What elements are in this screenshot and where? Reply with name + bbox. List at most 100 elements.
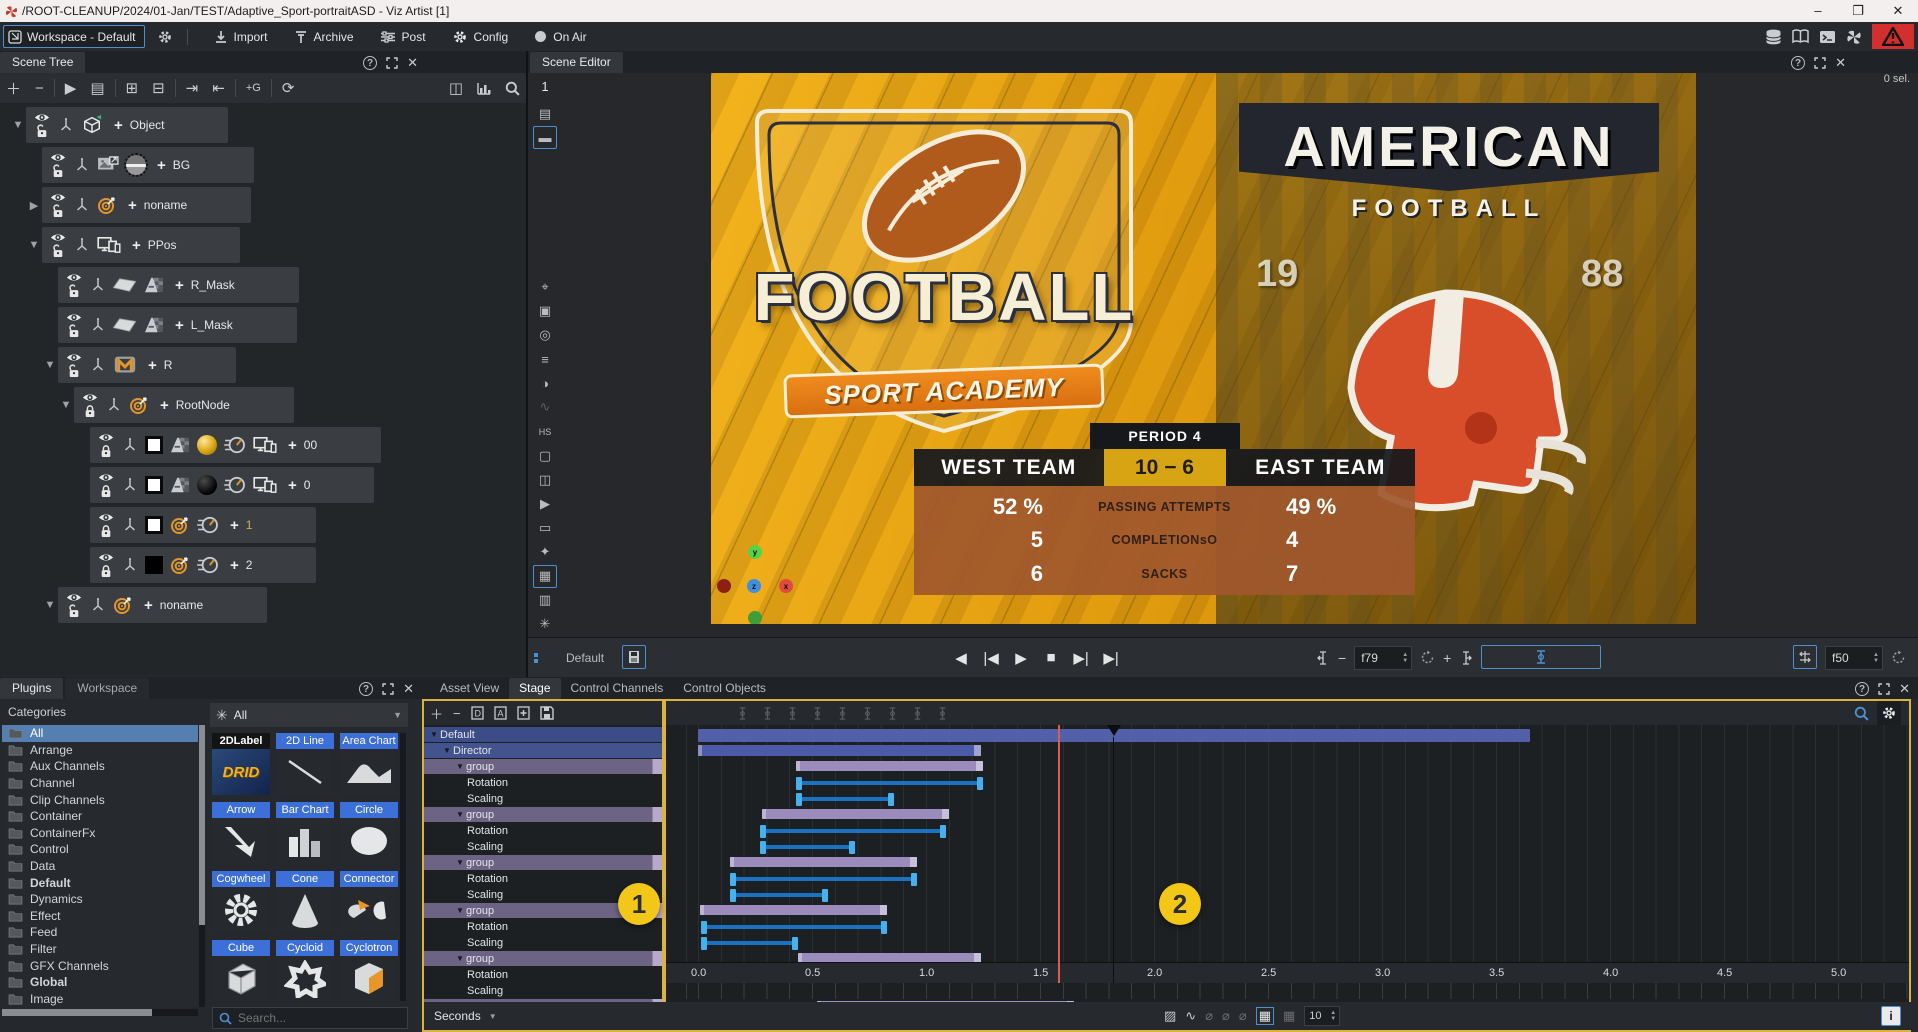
loop-ccw-icon[interactable] bbox=[861, 707, 874, 720]
refresh-icon[interactable]: ⟳ bbox=[282, 79, 295, 97]
eye-icon[interactable] bbox=[98, 552, 114, 563]
remove-icon[interactable]: − bbox=[453, 706, 461, 721]
timeline-bar-scaling[interactable] bbox=[762, 845, 853, 849]
lock-icon[interactable] bbox=[68, 604, 80, 618]
chevron-down-icon[interactable]: ▼ bbox=[454, 858, 466, 867]
category-global[interactable]: Global bbox=[2, 974, 198, 991]
category-data[interactable]: Data bbox=[2, 858, 198, 875]
help-icon[interactable]: ? bbox=[363, 56, 377, 70]
add-child-icon[interactable]: + bbox=[160, 397, 169, 414]
add-child-icon[interactable]: + bbox=[230, 557, 239, 574]
warning-button[interactable] bbox=[1872, 24, 1914, 49]
key-down-icon[interactable] bbox=[786, 707, 799, 720]
tree-expand-icon[interactable]: ⊞ bbox=[126, 79, 139, 97]
locator-icon[interactable]: ◎ bbox=[533, 324, 557, 347]
close-icon[interactable]: ✕ bbox=[1899, 681, 1910, 697]
lock-icon[interactable] bbox=[68, 284, 80, 298]
add-icon[interactable]: ＋ bbox=[6, 78, 21, 99]
time-unit-dropdown[interactable]: Seconds ▼ bbox=[424, 1009, 507, 1023]
menu-item-on-air[interactable]: On Air bbox=[534, 29, 586, 45]
expand-icon[interactable] bbox=[1878, 683, 1890, 695]
plugin-search[interactable] bbox=[212, 1007, 408, 1029]
tree-collapse-icon[interactable]: ⊟ bbox=[152, 79, 165, 97]
category-image[interactable]: Image bbox=[2, 991, 198, 1008]
range-icon-button[interactable] bbox=[1793, 645, 1817, 669]
keyframe-end-handle[interactable] bbox=[911, 873, 917, 886]
tree-node-box[interactable]: +1 bbox=[90, 507, 316, 543]
categories-vscrollbar[interactable] bbox=[199, 725, 205, 1007]
search-icon[interactable] bbox=[505, 79, 520, 97]
note-info-icon[interactable]: ▤ bbox=[533, 102, 557, 125]
timeline-bar-group[interactable] bbox=[796, 761, 983, 771]
bounds-icon[interactable]: ▭ bbox=[533, 516, 557, 539]
tree-node-0[interactable]: +0 bbox=[74, 467, 374, 503]
merge-left-icon[interactable]: ⇤ bbox=[212, 79, 225, 97]
tree-node-rootnode[interactable]: ▼+RootNode bbox=[58, 387, 294, 423]
anchor-icon[interactable] bbox=[836, 707, 849, 720]
plugin-tile-2dlabel[interactable]: 2DLabelDRID bbox=[212, 733, 270, 795]
timeline-bar-scaling[interactable] bbox=[798, 797, 891, 801]
tree-node-object[interactable]: ▼+Object bbox=[10, 107, 228, 143]
keyframe-start-handle[interactable] bbox=[760, 825, 766, 838]
tree-node-box[interactable]: +2 bbox=[90, 547, 316, 583]
chevron-right-icon[interactable]: ▶ bbox=[26, 199, 42, 212]
close-icon[interactable]: ✕ bbox=[403, 681, 414, 697]
loop-icon[interactable] bbox=[1420, 650, 1435, 665]
tab-stage[interactable]: Stage bbox=[509, 678, 560, 699]
lock-icon[interactable] bbox=[36, 124, 48, 138]
category-aux-channels[interactable]: Aux Channels bbox=[2, 758, 198, 775]
keyframe-left-icon[interactable] bbox=[1316, 651, 1330, 665]
category-container[interactable]: Container bbox=[2, 808, 198, 825]
lock-icon[interactable] bbox=[68, 364, 80, 378]
interval-input[interactable] bbox=[1305, 1010, 1327, 1022]
stage-track-rotation[interactable]: Rotation bbox=[424, 823, 662, 838]
add-child-icon[interactable]: + bbox=[132, 237, 141, 254]
play-icon[interactable]: ▶ bbox=[65, 79, 77, 97]
tab-asset-view[interactable]: Asset View bbox=[430, 678, 509, 699]
wave-icon[interactable] bbox=[936, 707, 949, 720]
eye-icon[interactable] bbox=[50, 192, 66, 203]
keyframe-end-handle[interactable] bbox=[888, 793, 894, 806]
doc-a-icon[interactable]: A bbox=[494, 706, 507, 720]
workspace-gear-button[interactable] bbox=[157, 29, 173, 45]
transport-profile[interactable]: Default bbox=[566, 651, 604, 665]
eye-icon[interactable] bbox=[98, 512, 114, 523]
timeline-bar-rotation[interactable] bbox=[703, 925, 885, 929]
maximize-icon[interactable]: ❐ bbox=[1838, 3, 1878, 19]
snap-grid-dim-icon[interactable]: ▦ bbox=[1283, 1008, 1295, 1024]
timeline-bar-group[interactable] bbox=[700, 905, 887, 915]
tree-node-r[interactable]: ▼+R bbox=[42, 347, 236, 383]
loop-cw-icon[interactable] bbox=[886, 707, 899, 720]
key-zero-c-icon[interactable]: ⌀ bbox=[1239, 1008, 1247, 1024]
interval-spinner[interactable]: ▲▼ bbox=[1327, 1010, 1339, 1022]
scene-viewport[interactable]: FOOTBALL SPORT ACADEMY AMERICAN FOOTBALL… bbox=[711, 73, 1696, 624]
chevron-down-icon[interactable]: ▼ bbox=[428, 730, 440, 739]
lock-icon[interactable] bbox=[100, 524, 112, 538]
tree-node-box[interactable]: +00 bbox=[90, 427, 381, 463]
chevron-down-icon[interactable]: ▼ bbox=[454, 906, 466, 915]
stage-track-rotation[interactable]: Rotation bbox=[424, 871, 662, 886]
tree-node-box[interactable]: +BG bbox=[42, 147, 254, 183]
timeline-bar-group[interactable] bbox=[730, 857, 917, 867]
help-icon[interactable]: ? bbox=[359, 682, 373, 696]
tree-node-box[interactable]: +0 bbox=[90, 467, 374, 503]
lock-icon[interactable] bbox=[100, 564, 112, 578]
tab-control-channels[interactable]: Control Channels bbox=[561, 678, 674, 699]
stage-track-group[interactable]: ▼group bbox=[424, 951, 662, 966]
info-button[interactable]: i bbox=[1881, 1006, 1901, 1026]
decrement-button[interactable]: − bbox=[1338, 650, 1346, 666]
console-icon[interactable] bbox=[1819, 30, 1836, 44]
stage-track-default[interactable]: ▼Default bbox=[424, 727, 662, 742]
add-child-icon[interactable]: + bbox=[128, 197, 137, 214]
playhead-red[interactable] bbox=[1058, 725, 1060, 983]
timeline-bar-rotation[interactable] bbox=[762, 829, 944, 833]
gear-button[interactable] bbox=[1877, 701, 1901, 725]
category-channel[interactable]: Channel bbox=[2, 775, 198, 792]
tree-node-box[interactable]: +R_Mask bbox=[58, 267, 299, 303]
expand-icon[interactable] bbox=[386, 57, 398, 69]
add-child-icon[interactable]: + bbox=[148, 357, 157, 374]
close-icon[interactable]: ✕ bbox=[1835, 55, 1846, 71]
hand-icon[interactable] bbox=[911, 707, 924, 720]
axis-y-handle[interactable]: y bbox=[748, 545, 762, 559]
doc-d-icon[interactable]: D bbox=[471, 706, 484, 720]
